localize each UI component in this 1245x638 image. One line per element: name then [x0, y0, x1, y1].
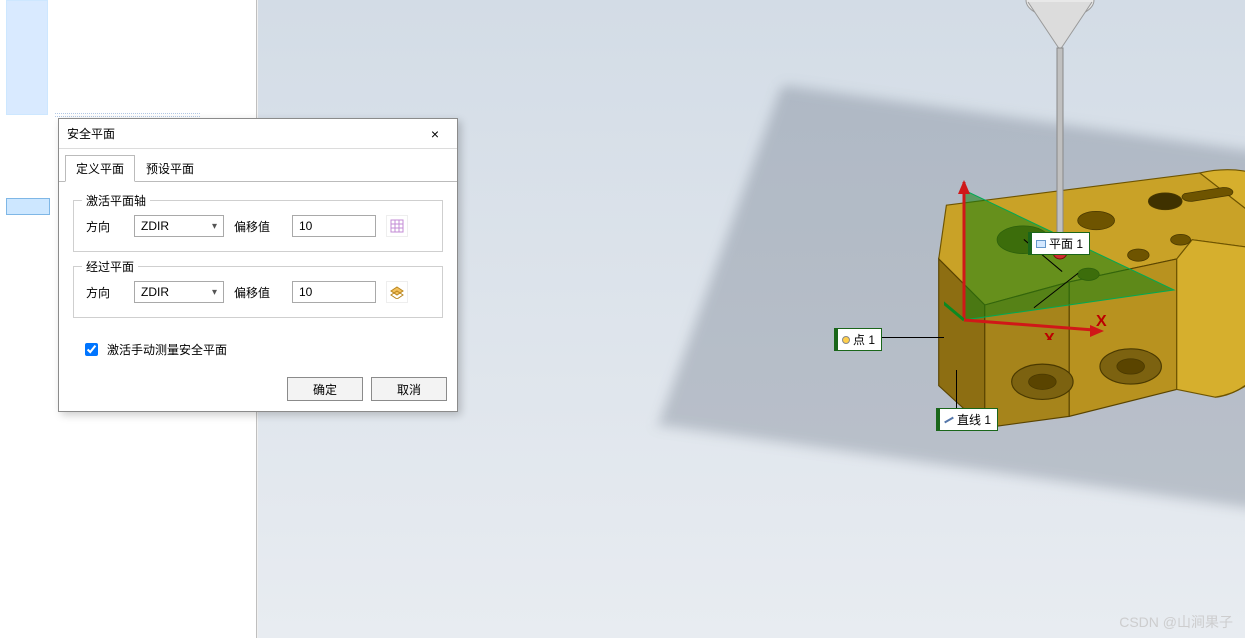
feature-tag-point[interactable]: 点 1: [834, 328, 882, 351]
group-through-plane: 经过平面 方向 ZDIR ▾ 偏移值: [73, 266, 443, 318]
select-value: ZDIR: [141, 285, 169, 299]
tree-selection-highlight: [6, 0, 48, 115]
direction-select[interactable]: ZDIR ▾: [134, 215, 224, 237]
activate-manual-safety-plane-checkbox[interactable]: [85, 343, 98, 356]
tag-label: 直线 1: [957, 411, 991, 428]
chevron-down-icon: ▾: [212, 221, 217, 232]
safety-plane-dialog: 安全平面 × 定义平面 预设平面 激活平面轴 方向 ZDIR ▾ 偏移值 经过平…: [58, 118, 458, 412]
feature-tag-line[interactable]: 直线 1: [936, 408, 998, 431]
feature-tag-plane[interactable]: 平面 1: [1028, 232, 1090, 255]
direction-label: 方向: [86, 284, 124, 301]
close-button[interactable]: ×: [421, 126, 449, 142]
grid-icon: [390, 219, 404, 233]
line-icon: [944, 416, 954, 423]
cancel-button[interactable]: 取消: [371, 377, 447, 401]
dialog-title: 安全平面: [67, 125, 115, 142]
tag-label: 点 1: [853, 331, 875, 348]
dialog-body: 激活平面轴 方向 ZDIR ▾ 偏移值 经过平面 方向 ZDIR: [59, 182, 457, 367]
tab-strip: 定义平面 预设平面: [59, 149, 457, 182]
dialog-titlebar[interactable]: 安全平面 ×: [59, 119, 457, 149]
group-legend: 激活平面轴: [82, 192, 150, 209]
watermark: CSDN @山涧果子: [1119, 612, 1233, 632]
tag-label: 平面 1: [1049, 235, 1083, 252]
leader-line: [874, 337, 944, 338]
offset-label: 偏移值: [234, 284, 282, 301]
ok-button[interactable]: 确定: [287, 377, 363, 401]
checkbox-label: 激活手动测量安全平面: [107, 341, 227, 358]
chevron-down-icon: ▾: [212, 287, 217, 298]
offset-label: 偏移值: [234, 218, 282, 235]
select-value: ZDIR: [141, 219, 169, 233]
pick-from-cad-button[interactable]: [386, 215, 408, 237]
offset-input[interactable]: [292, 215, 376, 237]
tab-preset-plane[interactable]: 预设平面: [135, 155, 205, 182]
offset-input[interactable]: [292, 281, 376, 303]
direction-label: 方向: [86, 218, 124, 235]
layers-icon: [390, 285, 404, 299]
tab-define-plane[interactable]: 定义平面: [65, 155, 135, 182]
group-active-plane-axis: 激活平面轴 方向 ZDIR ▾ 偏移值: [73, 200, 443, 252]
group-legend: 经过平面: [82, 258, 138, 275]
direction-select[interactable]: ZDIR ▾: [134, 281, 224, 303]
pick-from-cad-button[interactable]: [386, 281, 408, 303]
point-icon: [842, 336, 850, 344]
tree-splitter[interactable]: [55, 113, 200, 117]
plane-icon: [1036, 240, 1046, 248]
